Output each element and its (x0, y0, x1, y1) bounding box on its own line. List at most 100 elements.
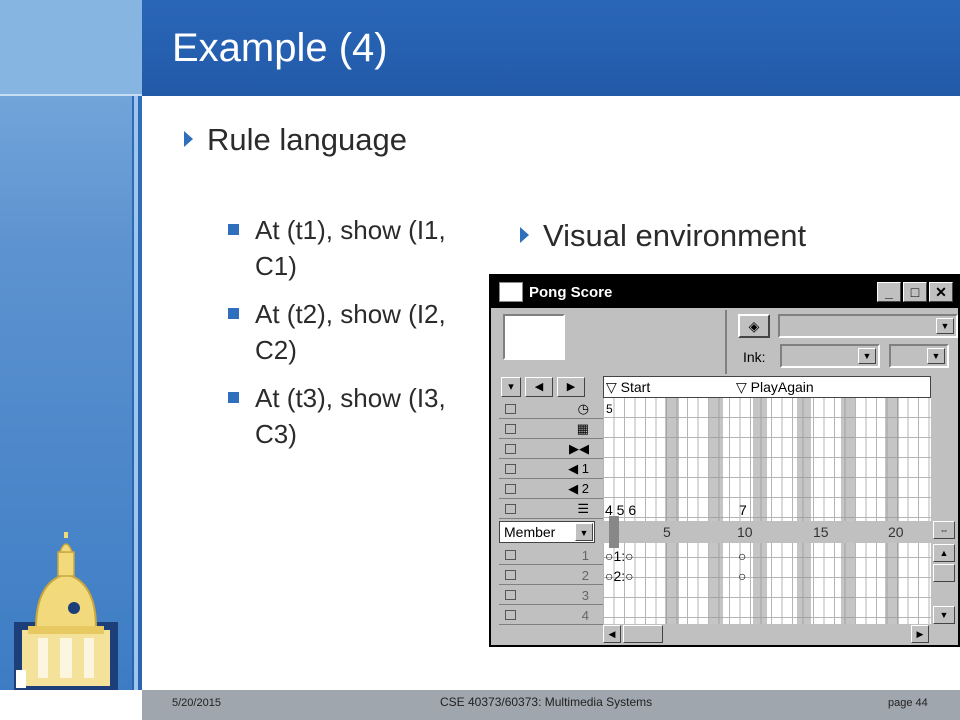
scroll-right-button[interactable]: ▶ (911, 625, 929, 643)
bullet-text: Visual environment (543, 218, 807, 253)
close-button[interactable]: ✕ (929, 282, 953, 302)
channel-toggle[interactable] (505, 484, 516, 494)
maximize-button[interactable]: □ (903, 282, 927, 302)
frame-ruler[interactable]: 5 10 15 20 (603, 521, 931, 543)
frame-highlight (885, 398, 899, 638)
marker-playagain[interactable]: ▽ PlayAgain (736, 379, 814, 396)
script-cell[interactable]: 5 (606, 402, 613, 416)
marker-label: Start (620, 379, 651, 395)
marker-menu-button[interactable]: ▾ (501, 377, 521, 397)
scroll-up-button[interactable]: ▲ (933, 544, 955, 562)
channel-toggle[interactable] (505, 464, 516, 474)
chevron-down-icon[interactable]: ▼ (575, 523, 593, 541)
zoom-button[interactable]: ⇔ (933, 521, 955, 539)
square-bullet-icon (228, 392, 239, 403)
transition-channel[interactable]: ▶◀ (499, 440, 603, 459)
sprite-keyframe-2[interactable]: ○ (738, 568, 746, 584)
score-window-icon (499, 282, 523, 302)
ink-label: Ink: (743, 349, 766, 365)
frame-highlight (797, 398, 811, 638)
toolbar-divider (725, 310, 727, 374)
minimize-button[interactable]: _ (877, 282, 901, 302)
horizontal-scrollbar[interactable]: ◀ ▶ (603, 624, 933, 644)
frame-highlight (753, 398, 767, 638)
sprite-keyframe-1[interactable]: ○ (738, 548, 746, 564)
cast-thumbnail (503, 314, 565, 360)
vertical-scrollbar[interactable]: ▲ ▼ (933, 544, 955, 634)
chevron-down-icon[interactable]: ▼ (858, 348, 876, 364)
channel-toggle[interactable] (505, 550, 516, 560)
bullet-visual-environment: Visual environment (520, 218, 806, 254)
left-band-top (0, 0, 142, 96)
channel-toggle[interactable] (505, 444, 516, 454)
scroll-down-button[interactable]: ▼ (933, 606, 955, 624)
sprite-channel-number: 2 (581, 568, 589, 583)
channel-toggle[interactable] (505, 404, 516, 414)
channel-toggle[interactable] (505, 590, 516, 600)
sprite-channel-number: 3 (581, 588, 589, 603)
sprite-channel-3[interactable]: 3 (499, 586, 603, 605)
speaker-icon: ◀ 2 (568, 481, 589, 496)
chevron-down-icon[interactable]: ▼ (936, 318, 954, 334)
footer-course: CSE 40373/60373: Multimedia Systems (440, 695, 653, 709)
previous-marker-button[interactable]: ◀ (525, 377, 553, 397)
sprite-channel-4[interactable]: 4 (499, 606, 603, 625)
sprite-span-1[interactable]: ○1:○ (605, 548, 634, 564)
channel-toggle[interactable] (505, 424, 516, 434)
sprite-toolbar-icon[interactable]: ◈ (738, 314, 770, 338)
marker-label: PlayAgain (750, 379, 814, 395)
sprite-channel-number: 1 (581, 548, 589, 563)
member-select-value: Member (504, 524, 556, 540)
ruler-tick: 5 (663, 524, 671, 540)
sub-bullet-line2: C3) (255, 419, 297, 449)
member-select[interactable]: Member ▼ (499, 521, 595, 543)
playhead[interactable] (609, 516, 619, 548)
footer-page-number: page 44 (888, 697, 928, 709)
sound-channel-2[interactable]: ◀ 2 (499, 480, 603, 499)
chevron-down-icon[interactable]: ▼ (927, 348, 945, 364)
scroll-left-button[interactable]: ◀ (603, 625, 621, 643)
frame-highlight (665, 398, 679, 638)
sub-bullet-line1: At (t2), show (I2, (255, 299, 446, 329)
sound-channel-1[interactable]: ◀ 1 (499, 460, 603, 479)
script-channel[interactable]: ☰ (499, 500, 603, 519)
tempo-icon: ◷ (577, 401, 589, 416)
sprite-channel-2[interactable]: 2 (499, 566, 603, 585)
sub-bullet-line2: C1) (255, 251, 297, 281)
marker-channel[interactable]: ▽ Start ▽ PlayAgain (603, 376, 931, 398)
script-icon: ☰ (577, 501, 589, 516)
golden-dome-logo-icon (14, 532, 118, 690)
frame-highlight (841, 398, 855, 638)
marker-start[interactable]: ▽ Start (606, 379, 650, 396)
script-frame-7[interactable]: 7 (739, 502, 747, 518)
left-band-stripe (134, 0, 138, 690)
bullet-text: Rule language (207, 122, 407, 157)
left-band-top-line (0, 94, 142, 96)
bullet-rule-language: Rule language (184, 122, 407, 158)
blend-select[interactable]: ▼ (889, 344, 949, 368)
palette-channel[interactable]: ▦ (499, 420, 603, 439)
palette-icon: ▦ (576, 421, 589, 436)
tempo-channel[interactable]: ◷ (499, 400, 603, 419)
channel-toggle[interactable] (505, 610, 516, 620)
window-title: Pong Score (529, 284, 613, 301)
slide-title: Example (4) (172, 26, 388, 70)
sound-channel-number: 1 (581, 461, 589, 476)
channel-toggle[interactable] (505, 504, 516, 514)
ruler-tick: 20 (888, 524, 904, 540)
marker-nav: ▾ ◀ ▶ (499, 376, 603, 398)
sprite-channel-1[interactable]: 1 (499, 546, 603, 565)
next-marker-button[interactable]: ▶ (557, 377, 585, 397)
sub-bullet-line1: At (t1), show (I1, (255, 215, 446, 245)
ruler-tick: 10 (737, 524, 753, 540)
scroll-thumb[interactable] (933, 564, 955, 582)
sprite-info-field[interactable]: ▼ (778, 314, 958, 338)
score-grid[interactable] (603, 398, 931, 638)
channel-toggle[interactable] (505, 570, 516, 580)
horizontal-scroll-thumb[interactable] (623, 625, 663, 643)
ink-select[interactable]: ▼ (780, 344, 880, 368)
footer-date: 5/20/2015 (172, 697, 221, 709)
pong-score-window: Pong Score _ □ ✕ ◈ ▼ Ink: ▼ ▼ ▾ ◀ ▶ ▽ St… (489, 274, 960, 647)
frame-highlight (709, 398, 723, 638)
sprite-span-2[interactable]: ○2:○ (605, 568, 634, 584)
